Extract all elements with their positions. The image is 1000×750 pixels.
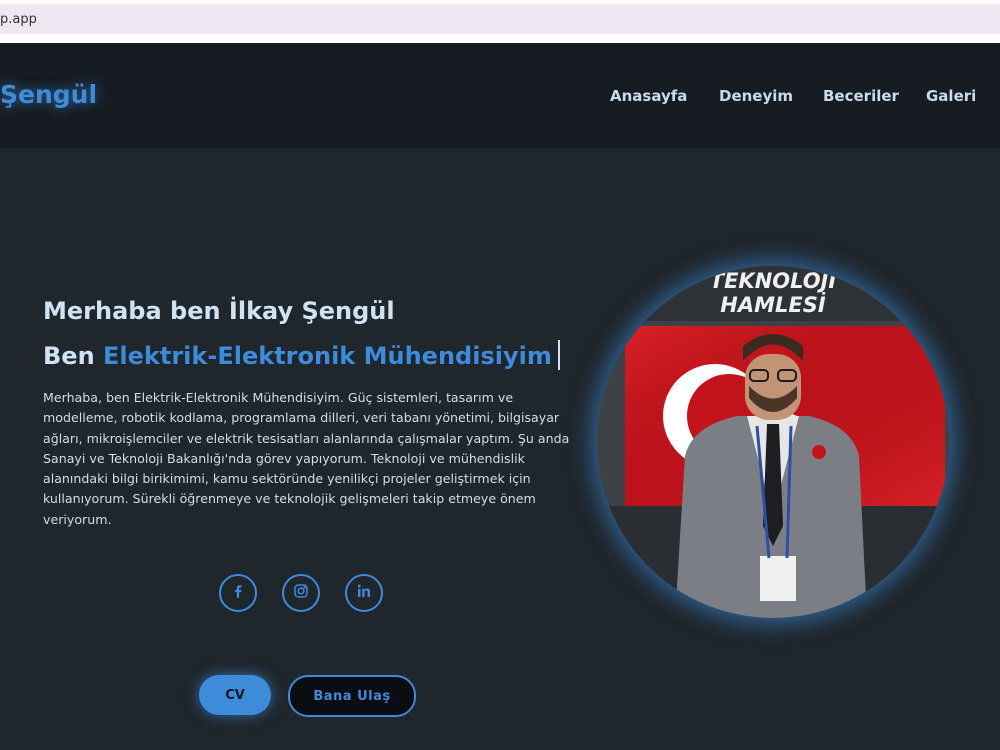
nav-link-beceriler[interactable]: Beceriler <box>823 87 899 105</box>
hero-role-highlight: Elektrik-Elektronik Mühendisiyim <box>103 342 552 370</box>
typing-cursor <box>557 340 560 370</box>
hero-role-prefix: Ben <box>43 342 95 370</box>
cv-button[interactable]: CV <box>199 675 271 715</box>
instagram-link[interactable] <box>282 574 320 612</box>
facebook-link[interactable] <box>219 574 257 612</box>
contact-button[interactable]: Bana Ulaş <box>288 675 416 717</box>
instagram-icon <box>292 582 310 604</box>
facebook-icon <box>229 582 247 604</box>
nav-link-deneyim[interactable]: Deneyim <box>719 87 793 105</box>
url-field[interactable] <box>0 4 1000 34</box>
hero-role: Ben Elektrik-Elektronik Mühendisiyim <box>43 340 560 370</box>
photo-sign-line1: TEKNOLOJİ <box>710 268 837 293</box>
linkedin-icon <box>355 582 373 604</box>
url-text[interactable]: p.app <box>0 12 37 27</box>
navbar: Şengül Anasayfa Deneyim Beceriler Galeri <box>0 43 1000 148</box>
nav-link-galeri[interactable]: Galeri <box>926 87 976 105</box>
hero-description: Merhaba, ben Elektrik-Elektronik Mühendi… <box>43 390 570 527</box>
nav-link-anasayfa[interactable]: Anasayfa <box>610 87 687 105</box>
hero-greeting: Merhaba ben İlkay Şengül <box>43 297 395 325</box>
site-logo[interactable]: Şengül <box>0 80 97 109</box>
photo-sign-line2: HAMLESİ <box>720 292 826 317</box>
linkedin-link[interactable] <box>345 574 383 612</box>
profile-photo: TEKNOLOJİ HAMLESİ <box>597 266 949 618</box>
browser-address-bar: p.app <box>0 0 1000 43</box>
